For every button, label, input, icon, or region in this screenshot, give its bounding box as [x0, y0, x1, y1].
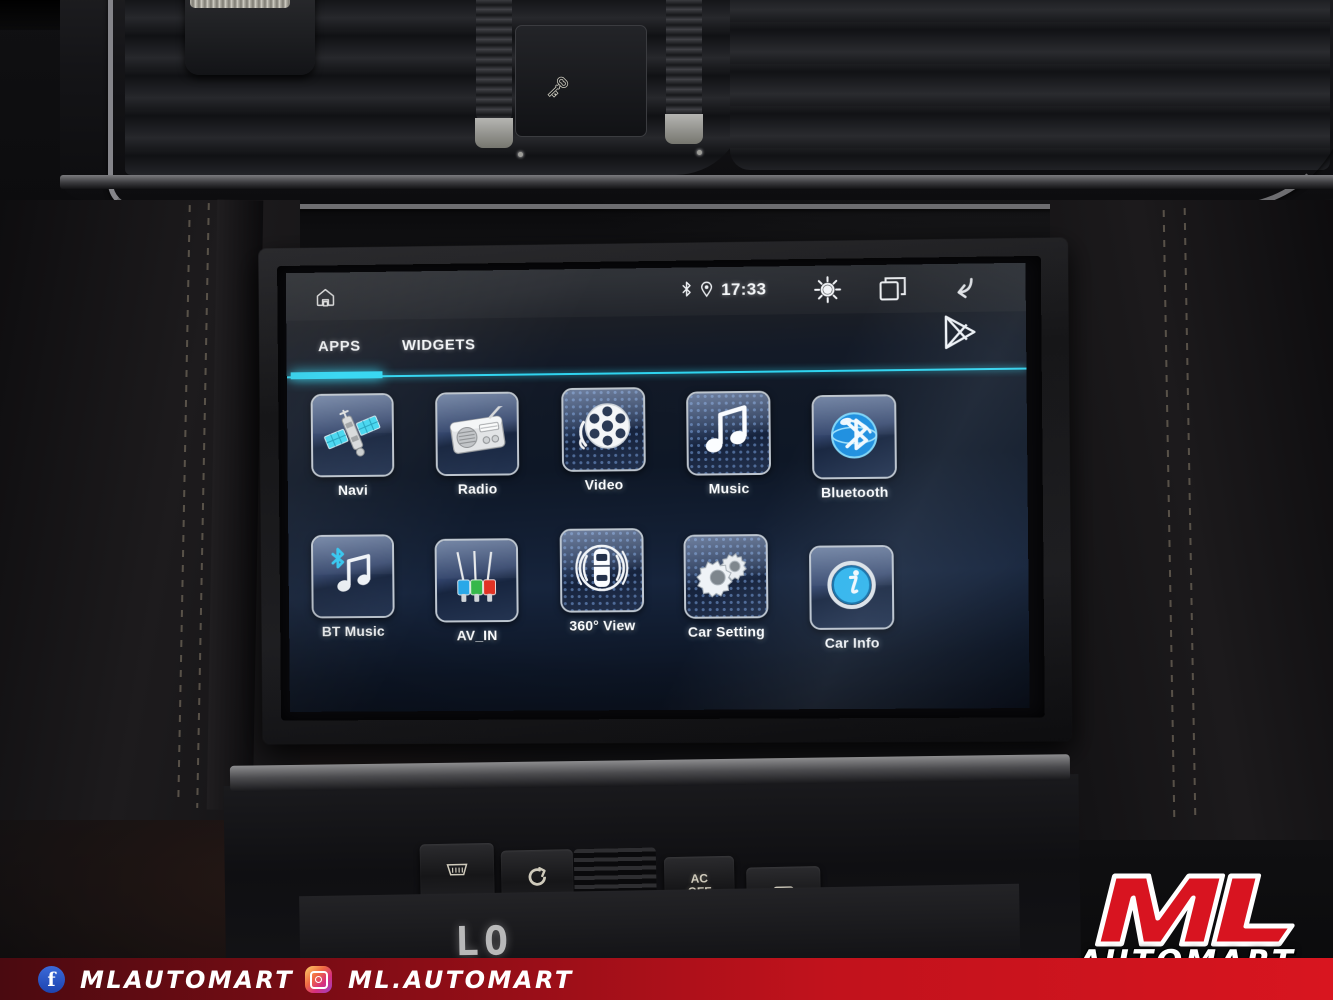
vent-indicator-dot-right	[697, 150, 702, 155]
tab-widgets[interactable]: WIDGETS	[402, 336, 476, 354]
back-arrow-icon[interactable]	[944, 275, 975, 307]
app-tile[interactable]	[560, 528, 645, 613]
status-center-group: 17:33	[681, 279, 766, 300]
vent-thumbwheel-tab-right[interactable]	[665, 114, 703, 144]
front-defrost-icon	[444, 860, 471, 886]
app-label: Video	[552, 476, 656, 493]
radio-icon	[446, 406, 508, 461]
music-note-icon	[701, 402, 756, 464]
facebook-handle: MLAUTOMART	[80, 966, 294, 994]
head-unit-screen[interactable]: 17:33 APPS WIDGETS Navi Radio Video Musi…	[286, 263, 1030, 712]
app-music[interactable]: Music	[676, 391, 781, 497]
gears-icon	[695, 546, 758, 608]
app-tile[interactable]	[686, 391, 771, 476]
bluetooth-globe-icon	[822, 404, 887, 470]
info-circle-icon	[822, 556, 881, 620]
brightness-sun-icon[interactable]	[813, 275, 841, 308]
vent-thumbwheel-right[interactable]	[666, 0, 702, 120]
satellite-icon	[323, 405, 383, 466]
vent-knob-knurling[interactable]	[190, 0, 290, 8]
app-label: Radio	[426, 480, 529, 497]
surround-view-car-icon	[571, 539, 633, 602]
vent-bottom-chrome-trim	[60, 175, 1333, 189]
app-tile[interactable]	[311, 393, 395, 477]
app-grid: Navi Radio Video Music Bluetooth BT Musi…	[287, 376, 1030, 712]
tab-active-indicator	[291, 371, 383, 379]
vent-thumbwheel-tab-left[interactable]	[475, 118, 513, 148]
app-tile[interactable]	[812, 394, 897, 479]
app-bluetooth[interactable]: Bluetooth	[801, 394, 907, 500]
app-label: Bluetooth	[802, 484, 907, 501]
location-pin-icon	[700, 280, 713, 300]
vent-indicator-dot-left	[518, 152, 523, 157]
screenshot-root: 🗝 17:33 APPS WIDGETS Navi Radio Video Mu…	[0, 0, 1333, 1000]
app-video[interactable]: Video	[551, 387, 656, 493]
app-radio[interactable]: Radio	[425, 391, 529, 497]
bt-music-icon	[325, 547, 381, 606]
play-store-icon[interactable]	[936, 308, 985, 357]
app-car-setting[interactable]: Car Setting	[673, 534, 778, 640]
home-icon[interactable]	[314, 286, 336, 312]
status-bar: 17:33	[286, 263, 1026, 321]
tab-apps[interactable]: APPS	[318, 338, 361, 355]
app-label: Car Setting	[674, 623, 778, 640]
air-recirculation-icon	[526, 865, 549, 892]
app-av-in[interactable]: AV_IN	[425, 538, 529, 643]
facebook-icon[interactable]: f	[38, 966, 65, 993]
center-key-panel	[515, 25, 647, 137]
app-label: 360° View	[550, 617, 654, 634]
vent-thumbwheel-left[interactable]	[476, 0, 512, 120]
app-label: Car Info	[800, 634, 905, 651]
bluetooth-icon	[681, 280, 692, 300]
app-label: AV_IN	[425, 627, 528, 644]
app-label: BT Music	[302, 623, 405, 640]
status-right-group	[813, 274, 975, 309]
rca-cables-icon	[446, 548, 508, 613]
leather-dash-right	[1050, 200, 1333, 840]
app-tile[interactable]	[435, 392, 519, 477]
app-label: Music	[677, 480, 781, 497]
vent-knob[interactable]	[185, 0, 315, 75]
instagram-handle: ML.AUTOMART	[348, 966, 574, 994]
app-tile[interactable]	[561, 387, 646, 472]
app-tile[interactable]	[435, 538, 519, 622]
app-car-info[interactable]: Car Info	[799, 545, 905, 651]
instagram-icon[interactable]	[305, 966, 332, 993]
app-navi[interactable]: Navi	[301, 393, 405, 498]
app-bt-music[interactable]: BT Music	[301, 534, 405, 639]
tab-bar: APPS WIDGETS	[286, 323, 1026, 372]
film-reel-icon	[572, 398, 634, 462]
app-label: Navi	[302, 481, 405, 498]
app-tile[interactable]	[809, 545, 894, 630]
clock-time: 17:33	[721, 279, 766, 300]
app-360-view[interactable]: 360° View	[550, 528, 655, 634]
key-icon: 🗝	[544, 74, 570, 101]
app-tile[interactable]	[311, 534, 395, 618]
app-tile[interactable]	[683, 534, 768, 619]
recent-apps-icon[interactable]	[879, 276, 908, 308]
